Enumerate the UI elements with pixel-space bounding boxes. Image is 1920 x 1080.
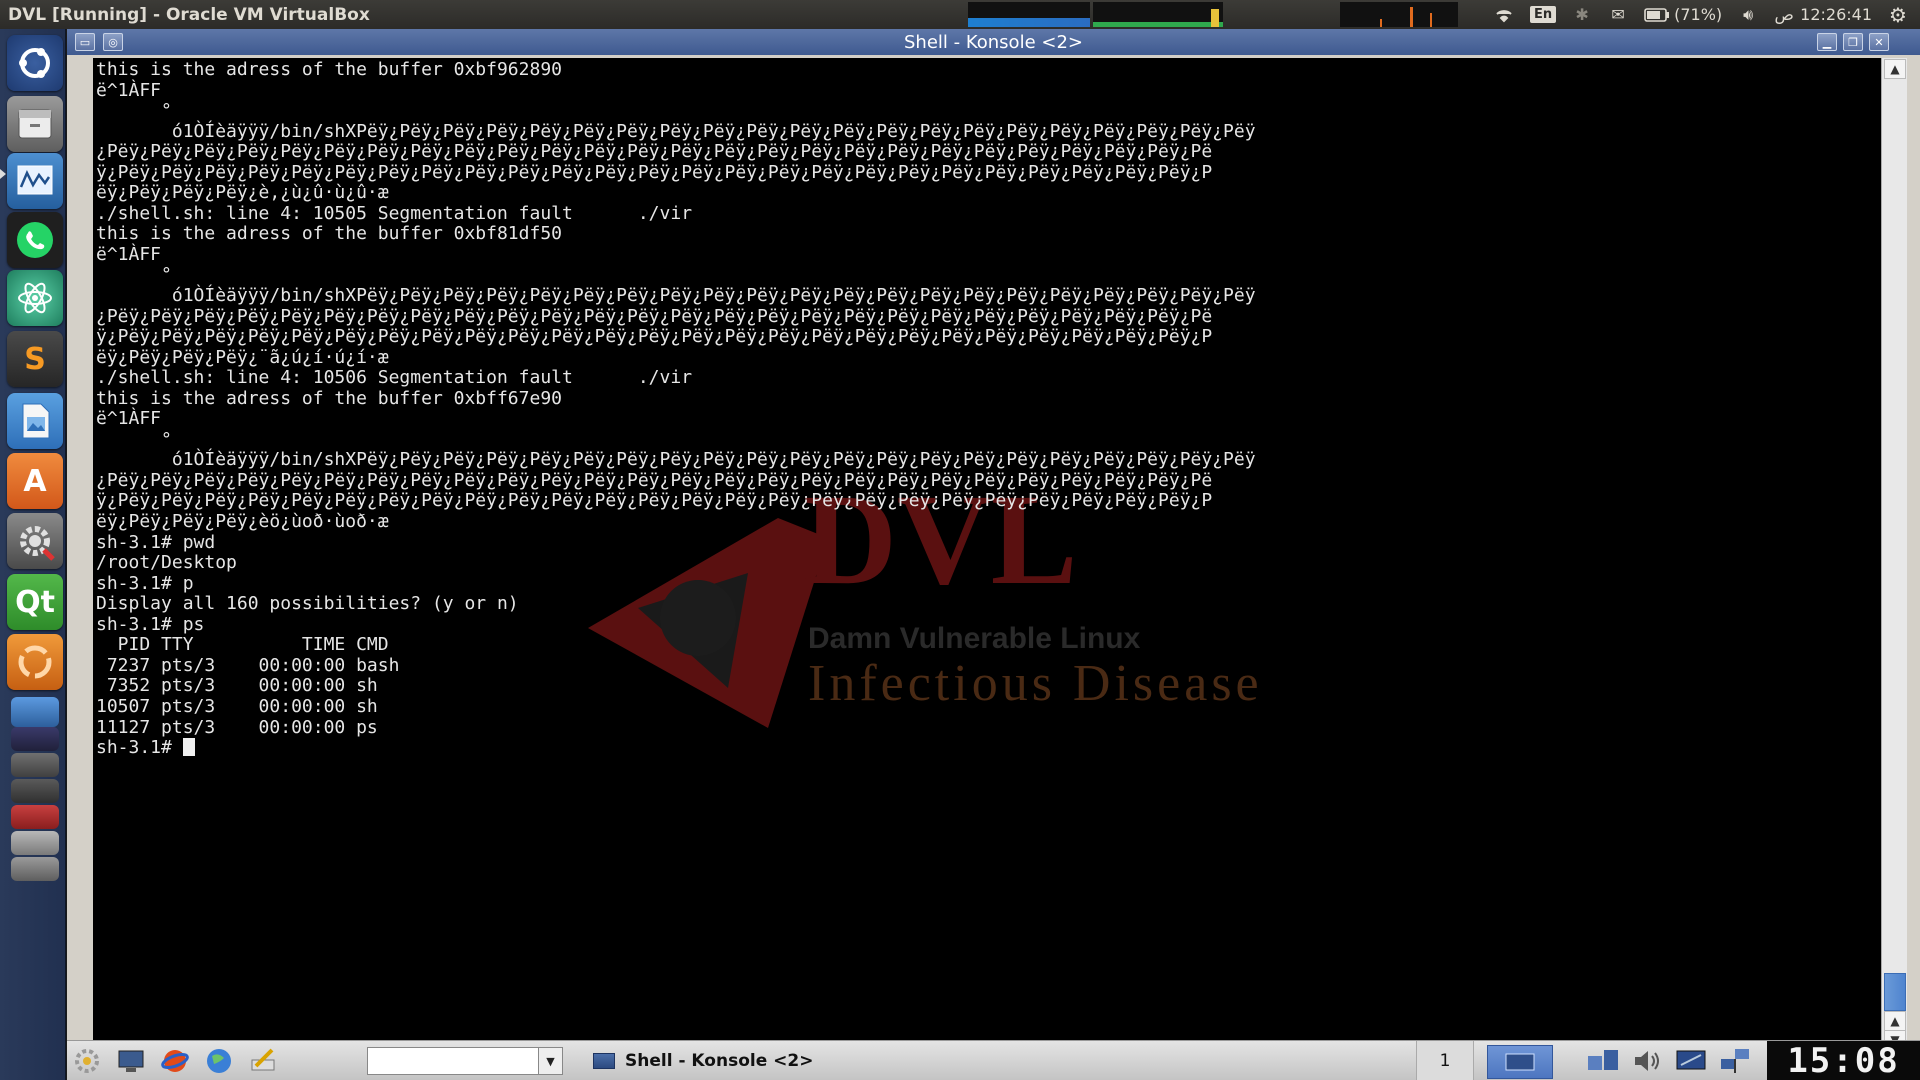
taskbar-combo-input[interactable]: ▼ [367, 1047, 563, 1075]
terminal-line: ë^1ÀFF [96, 243, 162, 265]
minimize-button[interactable]: ▁ [1817, 33, 1837, 51]
terminal-line: /root/Desktop [96, 552, 237, 574]
editor-icon[interactable] [245, 1045, 281, 1077]
terminal-line: this is the adress of the buffer 0xbff67… [96, 387, 562, 409]
atom-icon[interactable] [7, 270, 63, 326]
sublime-text-icon[interactable]: S [7, 331, 63, 387]
terminal-line: sh-3.1# ps [96, 613, 205, 635]
terminal-line: ó1ÒÍèäÿÿÿ/bin/shXPëÿ¿Pëÿ¿Pëÿ¿Pëÿ¿Pëÿ¿Pëÿ… [96, 285, 1256, 307]
scroll-up-arrow[interactable]: ▲ [1884, 59, 1906, 79]
clock[interactable]: 12:26:41 [1800, 4, 1872, 26]
terminal-line: ë^1ÀFF [96, 408, 162, 430]
terminal-line: ¿Pëÿ¿Pëÿ¿Pëÿ¿Pëÿ¿Pëÿ¿Pëÿ¿Pëÿ¿Pëÿ¿Pëÿ¿Pëÿ… [96, 141, 1213, 163]
konsole-title: Shell - Konsole <2> [904, 32, 1083, 53]
network-monitor-icon[interactable] [1717, 1045, 1753, 1077]
system-monitor-icon[interactable] [7, 153, 63, 209]
konsole-titlebar[interactable]: ▭ ◎ Shell - Konsole <2> ▁ ❐ ✕ [67, 29, 1920, 55]
terminal-line: ó1ÒÍèäÿÿÿ/bin/shXPëÿ¿Pëÿ¿Pëÿ¿Pëÿ¿Pëÿ¿Pëÿ… [96, 449, 1256, 471]
network-graph [1340, 2, 1458, 27]
volume-icon[interactable]: 🔊︎ [1738, 4, 1758, 26]
ubuntu-dash-icon[interactable] [7, 35, 63, 91]
file-manager-icon[interactable] [7, 96, 63, 152]
terminal-line: ÿ¿Pëÿ¿Pëÿ¿Pëÿ¿Pëÿ¿Pëÿ¿Pëÿ¿Pëÿ¿Pëÿ¿Pëÿ¿Pë… [96, 490, 1213, 512]
kde-menu-icon[interactable] [69, 1045, 105, 1077]
terminal-line: ë^1ÀFF [96, 79, 162, 101]
cpu-graph [968, 2, 1090, 27]
terminal-line: ó1ÒÍèäÿÿÿ/bin/shXPëÿ¿Pëÿ¿Pëÿ¿Pëÿ¿Pëÿ¿Pëÿ… [96, 120, 1256, 142]
scrollbar-thumb[interactable] [1884, 973, 1906, 1011]
wifi-icon[interactable] [1494, 4, 1514, 26]
vm-clock[interactable]: 15:08 [1767, 1041, 1920, 1080]
shell-prompt: sh-3.1# [96, 737, 183, 759]
terminal-line: this is the adress of the buffer 0xbf962… [96, 59, 562, 80]
host-window-title: DVL [Running] - Oracle VM VirtualBox [8, 5, 370, 25]
taskbar-task-konsole[interactable]: Shell - Konsole <2> [587, 1047, 1047, 1075]
terminal-line: ëÿ¿Pëÿ¿Pëÿ¿Pëÿ¿è,¿ù¿û·ù¿û·æ [96, 182, 389, 204]
scroll-up-arrow-bottom[interactable]: ▲ [1884, 1011, 1906, 1031]
terminal-line: ./shell.sh: line 4: 10505 Segmentation f… [96, 202, 693, 224]
terminal-output: this is the adress of the buffer 0xbf962… [96, 59, 1256, 759]
network-tray-icon[interactable] [1585, 1045, 1621, 1077]
terminal-line: 7237 pts/3 00:00:00 bash [96, 654, 400, 676]
browser-icon[interactable] [157, 1045, 193, 1077]
terminal-line: ./shell.sh: line 4: 10506 Segmentation f… [96, 367, 693, 389]
bluetooth-icon[interactable]: ✱ [1572, 4, 1592, 26]
launcher-stack[interactable] [7, 697, 63, 1077]
terminal-line: ° [96, 264, 172, 286]
terminal-line: 10507 pts/3 00:00:00 sh [96, 695, 378, 717]
terminal-line: ° [96, 100, 172, 122]
taskbar-task-label: Shell - Konsole <2> [625, 1051, 814, 1071]
terminal-line: ÿ¿Pëÿ¿Pëÿ¿Pëÿ¿Pëÿ¿Pëÿ¿Pëÿ¿Pëÿ¿Pëÿ¿Pëÿ¿Pë… [96, 326, 1213, 348]
desktop-number[interactable]: 1 [1416, 1041, 1474, 1080]
whatsapp-icon[interactable] [7, 212, 63, 268]
terminal-line: ° [96, 428, 172, 450]
terminal-line: sh-3.1# pwd [96, 531, 216, 553]
volume-tray-icon[interactable] [1629, 1045, 1665, 1077]
close-button[interactable]: ✕ [1869, 33, 1889, 51]
terminal-line: ¿Pëÿ¿Pëÿ¿Pëÿ¿Pëÿ¿Pëÿ¿Pëÿ¿Pëÿ¿Pëÿ¿Pëÿ¿Pëÿ… [96, 469, 1213, 491]
mail-icon[interactable]: ✉ [1608, 4, 1628, 26]
terminal-area[interactable]: DVL Damn Vulnerable Linux Infectious Dis… [93, 58, 1881, 1051]
show-desktop-icon[interactable] [113, 1045, 149, 1077]
konsole-window: ▭ ◎ Shell - Konsole <2> ▁ ❐ ✕ DVL Damn V… [67, 29, 1920, 1080]
terminal-line: 11127 pts/3 00:00:00 ps [96, 716, 378, 738]
terminal-line: Display all 160 possibilities? (y or n) [96, 593, 519, 615]
terminal-line: PID TTY TIME CMD [96, 634, 389, 656]
keyboard-language-indicator[interactable]: En [1529, 6, 1557, 23]
terminal-line: sh-3.1# p [96, 572, 194, 594]
unity-launcher: S A Qt [0, 29, 66, 1080]
image-viewer-icon[interactable] [7, 393, 63, 449]
memory-graph [1093, 2, 1223, 27]
terminal-line: 7352 pts/3 00:00:00 sh [96, 675, 378, 697]
terminal-line: ¿Pëÿ¿Pëÿ¿Pëÿ¿Pëÿ¿Pëÿ¿Pëÿ¿Pëÿ¿Pëÿ¿Pëÿ¿Pëÿ… [96, 305, 1213, 327]
maximize-button[interactable]: ❐ [1843, 33, 1863, 51]
pager-icon[interactable] [1487, 1045, 1553, 1079]
globe-icon[interactable] [201, 1045, 237, 1077]
terminal-line: ÿ¿Pëÿ¿Pëÿ¿Pëÿ¿Pëÿ¿Pëÿ¿Pëÿ¿Pëÿ¿Pëÿ¿Pëÿ¿Pë… [96, 161, 1213, 183]
qt-creator-icon[interactable]: Qt [7, 574, 63, 630]
gear-icon[interactable]: ⚙ [1888, 3, 1908, 27]
app-stack-icon[interactable] [7, 634, 63, 690]
terminal-line: ëÿ¿Pëÿ¿Pëÿ¿Pëÿ¿¨ã¿ú¿í·ú¿í·æ [96, 346, 389, 368]
terminal-scrollbar[interactable]: ▲ ▲ ▼ [1881, 58, 1907, 1051]
host-top-panel: DVL [Running] - Oracle VM VirtualBox En … [0, 0, 1920, 29]
software-center-icon[interactable]: A [7, 453, 63, 509]
terminal-prompt-line[interactable]: sh-3.1# [96, 737, 1256, 759]
terminal-line: ëÿ¿Pëÿ¿Pëÿ¿Pëÿ¿èö¿ùoð·ùoð·æ [96, 511, 389, 533]
battery-percent: (71%) [1674, 5, 1723, 24]
text-cursor [182, 738, 195, 757]
display-tray-icon[interactable] [1673, 1045, 1709, 1077]
vm-taskbar: ▼ Shell - Konsole <2> 1 15:08 [67, 1040, 1920, 1080]
battery-icon[interactable] [1644, 4, 1670, 26]
am-pm-indicator: ص [1774, 5, 1794, 24]
system-settings-icon[interactable] [7, 513, 63, 569]
terminal-line: this is the adress of the buffer 0xbf81d… [96, 223, 562, 245]
chevron-down-icon[interactable]: ▼ [538, 1048, 562, 1074]
system-tray: En ✱ ✉ (71%) 🔊︎ ص 12:26:41 ⚙ [1494, 0, 1920, 29]
konsole-task-icon [593, 1053, 615, 1069]
